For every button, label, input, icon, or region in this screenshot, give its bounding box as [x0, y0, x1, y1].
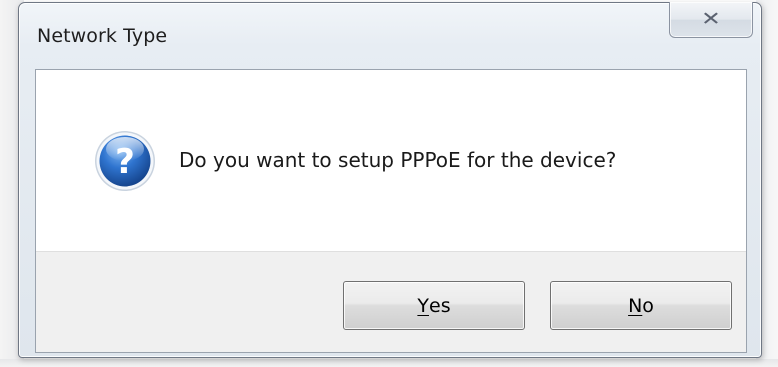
dialog-body: ? Do you want to setup PPPoE for the dev… [35, 69, 747, 353]
close-button[interactable]: ✕ [669, 2, 753, 38]
message-dialog: Network Type ✕ ? Do you want to setup PP… [18, 2, 762, 358]
background-window-edge [0, 359, 778, 367]
dialog-message: Do you want to setup PPPoE for the devic… [179, 148, 617, 172]
message-area: ? Do you want to setup PPPoE for the dev… [36, 70, 746, 251]
no-label-rest: o [642, 294, 654, 317]
no-button[interactable]: No [550, 281, 732, 330]
dialog-title: Network Type [37, 25, 168, 47]
yes-button[interactable]: Yes [343, 281, 525, 330]
question-icon: ? [95, 131, 155, 191]
yes-label-rest: es [429, 294, 451, 317]
svg-text:?: ? [115, 142, 135, 182]
title-bar[interactable]: Network Type ✕ [19, 2, 761, 69]
no-mnemonic: N [628, 294, 643, 317]
yes-mnemonic: Y [417, 294, 429, 317]
button-bar: Yes No [36, 251, 746, 352]
screen: Network Type ✕ ? Do you want to setup PP… [0, 0, 778, 367]
close-icon: ✕ [701, 8, 721, 30]
